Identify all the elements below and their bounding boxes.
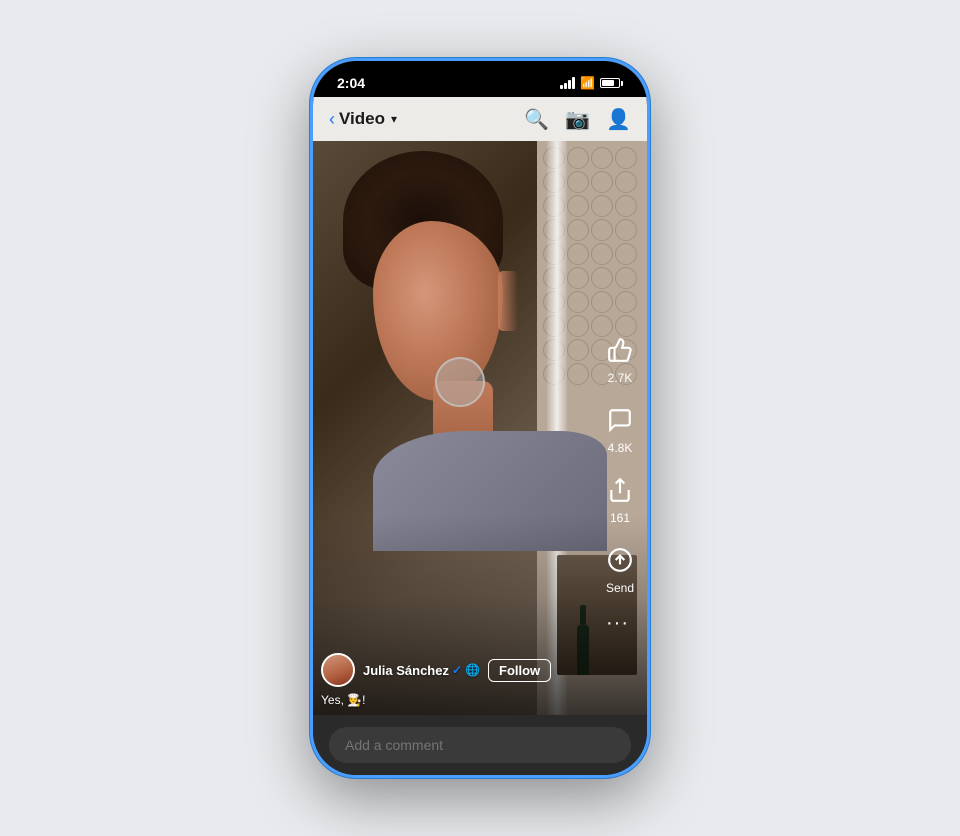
phone-frame: 2:04 📶 [310, 58, 650, 778]
share-button[interactable]: 161 [601, 471, 639, 525]
profile-icon[interactable]: 👤 [606, 107, 631, 132]
verified-badge-icon: ✓ [452, 663, 462, 677]
send-icon [601, 541, 639, 579]
globe-icon: 🌐 [465, 663, 480, 677]
share-count: 161 [610, 511, 630, 525]
video-area[interactable]: 2.7K 4.8K [313, 141, 647, 715]
status-icons: 📶 [560, 76, 623, 90]
comment-input[interactable] [329, 727, 631, 763]
nav-title[interactable]: Video [339, 109, 385, 129]
send-button[interactable]: Send [601, 541, 639, 595]
nav-dropdown-icon[interactable]: ▾ [391, 112, 397, 126]
follow-button[interactable]: Follow [488, 659, 551, 682]
status-time: 2:04 [337, 75, 365, 91]
nav-right-icons: 🔍 📷 👤 [524, 107, 631, 132]
user-avatar[interactable] [321, 653, 355, 687]
comment-icon [601, 401, 639, 439]
comment-button[interactable]: 4.8K [601, 401, 639, 455]
send-label: Send [606, 581, 634, 595]
video-background [313, 141, 647, 715]
like-icon [601, 331, 639, 369]
like-count: 2.7K [608, 371, 633, 385]
signal-icon [560, 77, 575, 89]
touch-ripple [435, 357, 485, 407]
phone-device: 2:04 📶 [310, 58, 650, 778]
share-icon [601, 471, 639, 509]
more-button[interactable]: ··· [606, 612, 629, 635]
nav-bar: ‹ Video ▾ 🔍 📷 👤 [313, 97, 647, 141]
camera-icon[interactable]: 📷 [565, 107, 590, 132]
nav-back-area[interactable]: ‹ Video ▾ [329, 109, 397, 130]
comment-count: 4.8K [608, 441, 633, 455]
user-row: Julia Sánchez ✓ 🌐 Follow [321, 653, 587, 687]
caption-text: Yes, 🧑‍🍳! [321, 693, 587, 707]
battery-icon [600, 78, 623, 88]
like-button[interactable]: 2.7K [601, 331, 639, 385]
user-info-overlay: Julia Sánchez ✓ 🌐 Follow Yes, 🧑‍🍳! [321, 653, 587, 707]
search-icon[interactable]: 🔍 [524, 107, 549, 132]
status-bar: 2:04 📶 [313, 61, 647, 97]
back-chevron-icon[interactable]: ‹ [329, 109, 335, 130]
user-name: Julia Sánchez ✓ 🌐 [363, 663, 480, 678]
action-buttons-panel: 2.7K 4.8K [601, 331, 639, 595]
wifi-icon: 📶 [580, 76, 595, 90]
comment-bar [313, 715, 647, 775]
phone-screen: 2:04 📶 [313, 61, 647, 775]
